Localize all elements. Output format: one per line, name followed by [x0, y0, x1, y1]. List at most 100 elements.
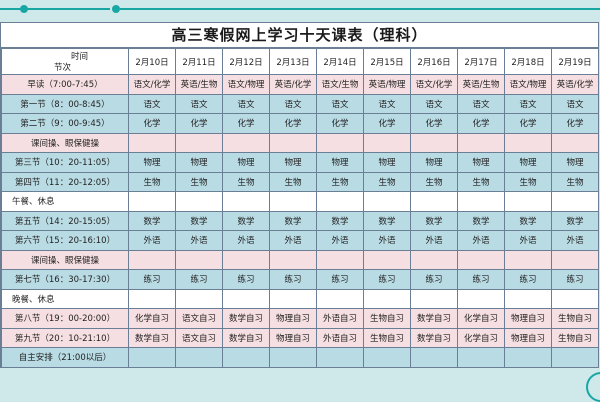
- period-label: 早读（7:00-7:45）: [1, 74, 129, 95]
- subject-cell: 练习: [128, 269, 176, 290]
- subject-cell: [128, 191, 176, 212]
- subject-cell: 物理: [269, 152, 317, 173]
- subject-cell: [504, 347, 552, 368]
- subject-cell: 生物: [551, 171, 599, 192]
- subject-cell: 化学自习: [128, 308, 176, 329]
- subject-cell: 语文/化学: [128, 74, 176, 95]
- subject-cell: 语文: [222, 93, 270, 114]
- schedule-row: 课间操、眼保健操: [1, 249, 599, 270]
- schedule-row: 早读（7:00-7:45） 语文/化学 英语/生物 语文/物理 英语/化学 语文/生物 英语…: [1, 74, 599, 95]
- header-row: 时间 节次 2月10日 2月11日 2月12日 2月13日 2月14日 2月15…: [1, 48, 599, 75]
- subject-cell: [410, 249, 458, 270]
- subject-cell: 数学自习: [222, 327, 270, 348]
- subject-cell: 练习: [363, 269, 411, 290]
- subject-cell: [175, 347, 223, 368]
- subject-cell: 数学: [316, 210, 364, 231]
- subject-cell: 练习: [504, 269, 552, 290]
- schedule-title: 高三寒假网上学习十天课表（理科）: [1, 23, 598, 48]
- subject-cell: 语文/化学: [410, 74, 458, 95]
- decorative-dot-top-right: [112, 5, 120, 13]
- subject-cell: 外语: [222, 230, 270, 251]
- subject-cell: [551, 191, 599, 212]
- subject-cell: 生物: [457, 171, 505, 192]
- subject-cell: [222, 132, 270, 153]
- period-label: 第八节（19：00-20:00）: [1, 308, 129, 329]
- period-label: 晚餐、休息: [1, 288, 129, 309]
- subject-cell: 语文自习: [175, 327, 223, 348]
- subject-cell: 物理: [175, 152, 223, 173]
- subject-cell: [128, 347, 176, 368]
- schedule-row: 第五节（14：20-15:05） 数学 数学 数学 数学 数学 数学 数学 数学 数学 数学: [1, 210, 599, 231]
- subject-cell: 数学自习: [410, 327, 458, 348]
- subject-cell: [316, 347, 364, 368]
- subject-cell: [175, 191, 223, 212]
- subject-cell: [269, 249, 317, 270]
- subject-cell: 语文: [175, 93, 223, 114]
- date-header: 2月18日: [504, 48, 552, 75]
- schedule-table: 时间 节次 2月10日 2月11日 2月12日 2月13日 2月14日 2月15…: [1, 48, 599, 368]
- subject-cell: 化学: [316, 113, 364, 134]
- subject-cell: [551, 132, 599, 153]
- subject-cell: 物理: [457, 152, 505, 173]
- subject-cell: 数学: [551, 210, 599, 231]
- schedule-row: 第六节（15：20-16:10） 外语 外语 外语 外语 外语 外语 外语 外语 外语 外语: [1, 230, 599, 251]
- subject-cell: 练习: [551, 269, 599, 290]
- subject-cell: [551, 288, 599, 309]
- date-header: 2月13日: [269, 48, 317, 75]
- subject-cell: [457, 288, 505, 309]
- subject-cell: 英语/化学: [269, 74, 317, 95]
- subject-cell: 练习: [269, 269, 317, 290]
- schedule-row: 第四节（11：20-12:05） 生物 生物 生物 生物 生物 生物 生物 生物 生物 生物: [1, 171, 599, 192]
- subject-cell: 练习: [316, 269, 364, 290]
- subject-cell: 数学: [457, 210, 505, 231]
- subject-cell: 化学: [128, 113, 176, 134]
- period-label: 课间操、眼保健操: [1, 132, 129, 153]
- subject-cell: 英语/生物: [175, 74, 223, 95]
- subject-cell: 外语自习: [316, 308, 364, 329]
- subject-cell: 外语: [128, 230, 176, 251]
- subject-cell: 数学: [504, 210, 552, 231]
- schedule-row: 晚餐、休息: [1, 288, 599, 309]
- subject-cell: [316, 288, 364, 309]
- subject-cell: 生物: [316, 171, 364, 192]
- subject-cell: 物理自习: [504, 308, 552, 329]
- schedule-row: 第八节（19：00-20:00） 化学自习 语文自习 数学自习 物理自习 外语自习 生物自习…: [1, 308, 599, 329]
- subject-cell: 数学自习: [410, 308, 458, 329]
- subject-cell: 化学: [457, 113, 505, 134]
- period-label: 第六节（15：20-16:10）: [1, 230, 129, 251]
- subject-cell: 物理: [128, 152, 176, 173]
- corner-bottom-label: 节次: [54, 63, 72, 73]
- subject-cell: 数学: [222, 210, 270, 231]
- subject-cell: 化学: [504, 113, 552, 134]
- subject-cell: 语文: [363, 93, 411, 114]
- subject-cell: 英语/物理: [363, 74, 411, 95]
- subject-cell: [128, 132, 176, 153]
- subject-cell: [457, 347, 505, 368]
- subject-cell: 生物: [128, 171, 176, 192]
- corner-top-label: 时间: [70, 52, 88, 62]
- date-header: 2月19日: [551, 48, 599, 75]
- subject-cell: 外语: [504, 230, 552, 251]
- subject-cell: 语文: [269, 93, 317, 114]
- subject-cell: [269, 288, 317, 309]
- subject-cell: [410, 132, 458, 153]
- subject-cell: 生物: [175, 171, 223, 192]
- subject-cell: [457, 132, 505, 153]
- subject-cell: 语文: [457, 93, 505, 114]
- subject-cell: 物理自习: [269, 327, 317, 348]
- subject-cell: 外语自习: [316, 327, 364, 348]
- subject-cell: [363, 347, 411, 368]
- subject-cell: [222, 347, 270, 368]
- subject-cell: 数学: [128, 210, 176, 231]
- subject-cell: 物理: [504, 152, 552, 173]
- subject-cell: [316, 191, 364, 212]
- subject-cell: [128, 249, 176, 270]
- date-header: 2月16日: [410, 48, 458, 75]
- subject-cell: 语文: [410, 93, 458, 114]
- schedule-row: 课间操、眼保健操: [1, 132, 599, 153]
- subject-cell: 物理自习: [504, 327, 552, 348]
- subject-cell: [175, 132, 223, 153]
- subject-cell: 生物: [222, 171, 270, 192]
- subject-cell: 数学: [269, 210, 317, 231]
- schedule-row: 第一节（8：00-8:45） 语文 语文 语文 语文 语文 语文 语文 语文 语文 语文: [1, 93, 599, 114]
